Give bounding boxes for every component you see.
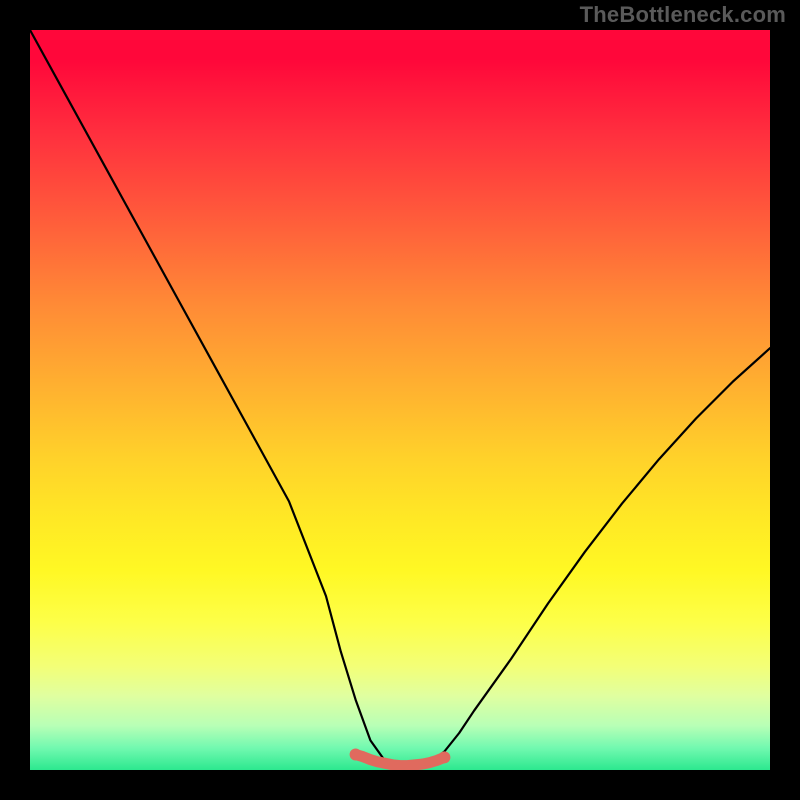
curve-overlay (30, 30, 770, 770)
plot-area (30, 30, 770, 770)
optimal-band-dot-left (350, 749, 362, 761)
bottleneck-curve-line (30, 30, 770, 766)
watermark-text: TheBottleneck.com (580, 2, 786, 28)
optimal-band-dot-right (438, 751, 450, 763)
chart-frame: TheBottleneck.com (0, 0, 800, 800)
optimal-band-line (356, 755, 445, 766)
